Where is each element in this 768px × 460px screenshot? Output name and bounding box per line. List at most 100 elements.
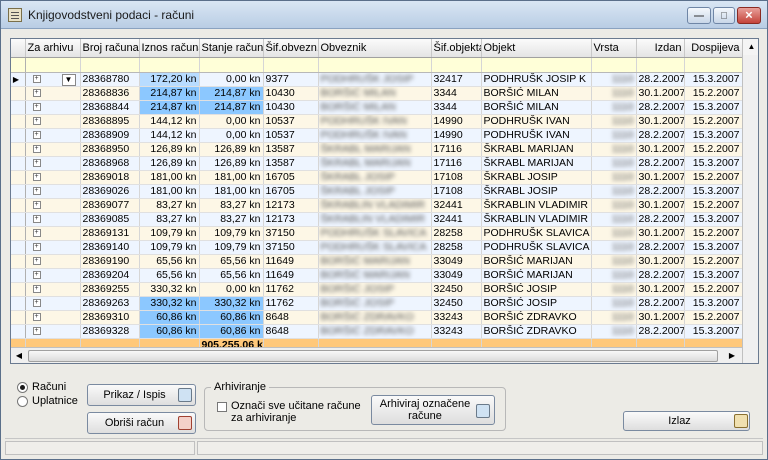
table-cell[interactable]: 1110: [591, 184, 637, 199]
radio-uplatnice-indicator[interactable]: [17, 395, 28, 407]
table-cell[interactable]: 28258: [431, 226, 482, 241]
table-cell[interactable]: 11649: [263, 254, 319, 269]
arhiviraj-button[interactable]: Arhiviraj označene račune: [371, 395, 495, 425]
table-row[interactable]: +28369263 330,32 kn 330,32 kn 11762 BORŠIĆ J…: [11, 296, 743, 311]
row-selector[interactable]: [11, 86, 26, 101]
table-cell[interactable]: BORŠIĆ MARIJAN: [318, 268, 432, 283]
column-header[interactable]: Objekt: [481, 39, 592, 58]
table-cell[interactable]: 65,56 kn: [199, 254, 264, 269]
archive-cell[interactable]: +: [25, 184, 81, 199]
filter-cell[interactable]: [263, 57, 319, 73]
table-cell[interactable]: 28368950: [80, 142, 140, 157]
table-cell[interactable]: 15.2.2007: [684, 170, 743, 185]
table-cell[interactable]: 28.2.2007: [636, 100, 685, 115]
filter-cell[interactable]: [139, 57, 200, 73]
table-cell[interactable]: BORŠIĆ ZDRAVKO: [318, 310, 432, 325]
table-cell[interactable]: 10430: [263, 86, 319, 101]
table-cell[interactable]: 1110: [591, 72, 637, 87]
table-cell[interactable]: 10537: [263, 128, 319, 143]
table-cell[interactable]: 330,32 kn: [139, 282, 200, 297]
table-cell[interactable]: ŠKRABL JOSIP: [318, 184, 432, 199]
row-selector[interactable]: ▶: [11, 72, 26, 87]
table-cell[interactable]: 1110: [591, 310, 637, 325]
column-header[interactable]: Broj računa: [80, 39, 140, 58]
table-cell[interactable]: 8648: [263, 324, 319, 339]
table-cell[interactable]: 83,27 kn: [139, 198, 200, 213]
expand-icon[interactable]: +: [32, 116, 41, 125]
table-cell[interactable]: 15.3.2007: [684, 212, 743, 227]
table-cell[interactable]: 32417: [431, 72, 482, 87]
archive-cell[interactable]: +: [25, 86, 81, 101]
table-cell[interactable]: PODHRUŠK SLAVICA: [318, 226, 432, 241]
table-cell[interactable]: 30.1.2007: [636, 310, 685, 325]
table-cell[interactable]: 15.3.2007: [684, 72, 743, 87]
table-cell[interactable]: 37150: [263, 226, 319, 241]
table-cell[interactable]: 15.2.2007: [684, 86, 743, 101]
table-cell[interactable]: BORŠIĆ ZDRAVKO: [318, 324, 432, 339]
table-cell[interactable]: 214,87 kn: [139, 100, 200, 115]
row-selector[interactable]: [11, 184, 26, 199]
archive-cell[interactable]: +: [25, 226, 81, 241]
table-cell[interactable]: 144,12 kn: [139, 114, 200, 129]
row-selector[interactable]: [11, 324, 26, 339]
expand-icon[interactable]: +: [32, 102, 41, 111]
izlaz-button[interactable]: Izlaz: [623, 411, 750, 431]
prikaz-ispis-button[interactable]: Prikaz / Ispis: [87, 384, 196, 406]
expand-icon[interactable]: +: [32, 298, 41, 307]
table-cell[interactable]: 15.2.2007: [684, 282, 743, 297]
row-selector[interactable]: [11, 128, 26, 143]
table-cell[interactable]: 17108: [431, 184, 482, 199]
filter-cell[interactable]: [636, 57, 685, 73]
row-selector[interactable]: [11, 268, 26, 283]
scroll-up-icon[interactable]: ▲: [743, 39, 758, 55]
table-cell[interactable]: 28369255: [80, 282, 140, 297]
table-cell[interactable]: 28.2.2007: [636, 212, 685, 227]
table-cell[interactable]: 28258: [431, 240, 482, 255]
table-cell[interactable]: 15.3.2007: [684, 296, 743, 311]
expand-icon[interactable]: +: [32, 214, 41, 223]
expand-icon[interactable]: +: [32, 88, 41, 97]
table-cell[interactable]: 1110: [591, 324, 637, 339]
table-cell[interactable]: 15.3.2007: [684, 100, 743, 115]
table-cell[interactable]: 15.3.2007: [684, 240, 743, 255]
close-button[interactable]: ✕: [737, 7, 761, 24]
column-header[interactable]: Izdan: [636, 39, 685, 58]
table-row[interactable]: +28368844 214,87 kn 214,87 kn 10430 BORŠIĆ M…: [11, 100, 743, 115]
table-cell[interactable]: 109,79 kn: [139, 226, 200, 241]
table-cell[interactable]: 0,00 kn: [199, 72, 264, 87]
expand-icon[interactable]: +: [32, 242, 41, 251]
archive-cell[interactable]: +: [25, 240, 81, 255]
table-cell[interactable]: 60,86 kn: [139, 324, 200, 339]
archive-cell[interactable]: +: [25, 310, 81, 325]
table-cell[interactable]: 172,20 kn: [139, 72, 200, 87]
table-cell[interactable]: 30.1.2007: [636, 86, 685, 101]
table-cell[interactable]: 1110: [591, 198, 637, 213]
table-cell[interactable]: PODHRUŠK IVAN: [481, 128, 592, 143]
archive-cell[interactable]: +: [25, 100, 81, 115]
table-cell[interactable]: 15.2.2007: [684, 254, 743, 269]
obrisi-racun-button[interactable]: Obriši račun: [87, 412, 196, 434]
expand-icon[interactable]: +: [32, 312, 41, 321]
table-cell[interactable]: ŠKRABLIN VLADIMIR: [481, 198, 592, 213]
table-cell[interactable]: 37150: [263, 240, 319, 255]
table-cell[interactable]: 28368844: [80, 100, 140, 115]
table-cell[interactable]: ŠKRABL JOSIP: [481, 184, 592, 199]
archive-cell[interactable]: +: [25, 198, 81, 213]
table-cell[interactable]: BORŠIĆ JOSIP: [481, 296, 592, 311]
archive-cell[interactable]: + ▼: [25, 72, 81, 87]
table-cell[interactable]: BORŠIĆ MILAN: [318, 100, 432, 115]
radio-racuni[interactable]: Računi: [17, 381, 66, 393]
table-cell[interactable]: 126,89 kn: [139, 142, 200, 157]
expand-icon[interactable]: +: [32, 270, 41, 279]
table-cell[interactable]: 30.1.2007: [636, 198, 685, 213]
filter-cell[interactable]: [318, 57, 432, 73]
table-cell[interactable]: 28368968: [80, 156, 140, 171]
table-cell[interactable]: 30.1.2007: [636, 226, 685, 241]
table-cell[interactable]: 28368836: [80, 86, 140, 101]
table-cell[interactable]: BORŠIĆ MARIJAN: [481, 254, 592, 269]
table-cell[interactable]: ŠKRABLIN VLADIMIR: [318, 198, 432, 213]
column-header[interactable]: Šif.obvezn.: [263, 39, 319, 58]
table-cell[interactable]: 28369140: [80, 240, 140, 255]
table-cell[interactable]: 17116: [431, 156, 482, 171]
table-cell[interactable]: 1110: [591, 114, 637, 129]
